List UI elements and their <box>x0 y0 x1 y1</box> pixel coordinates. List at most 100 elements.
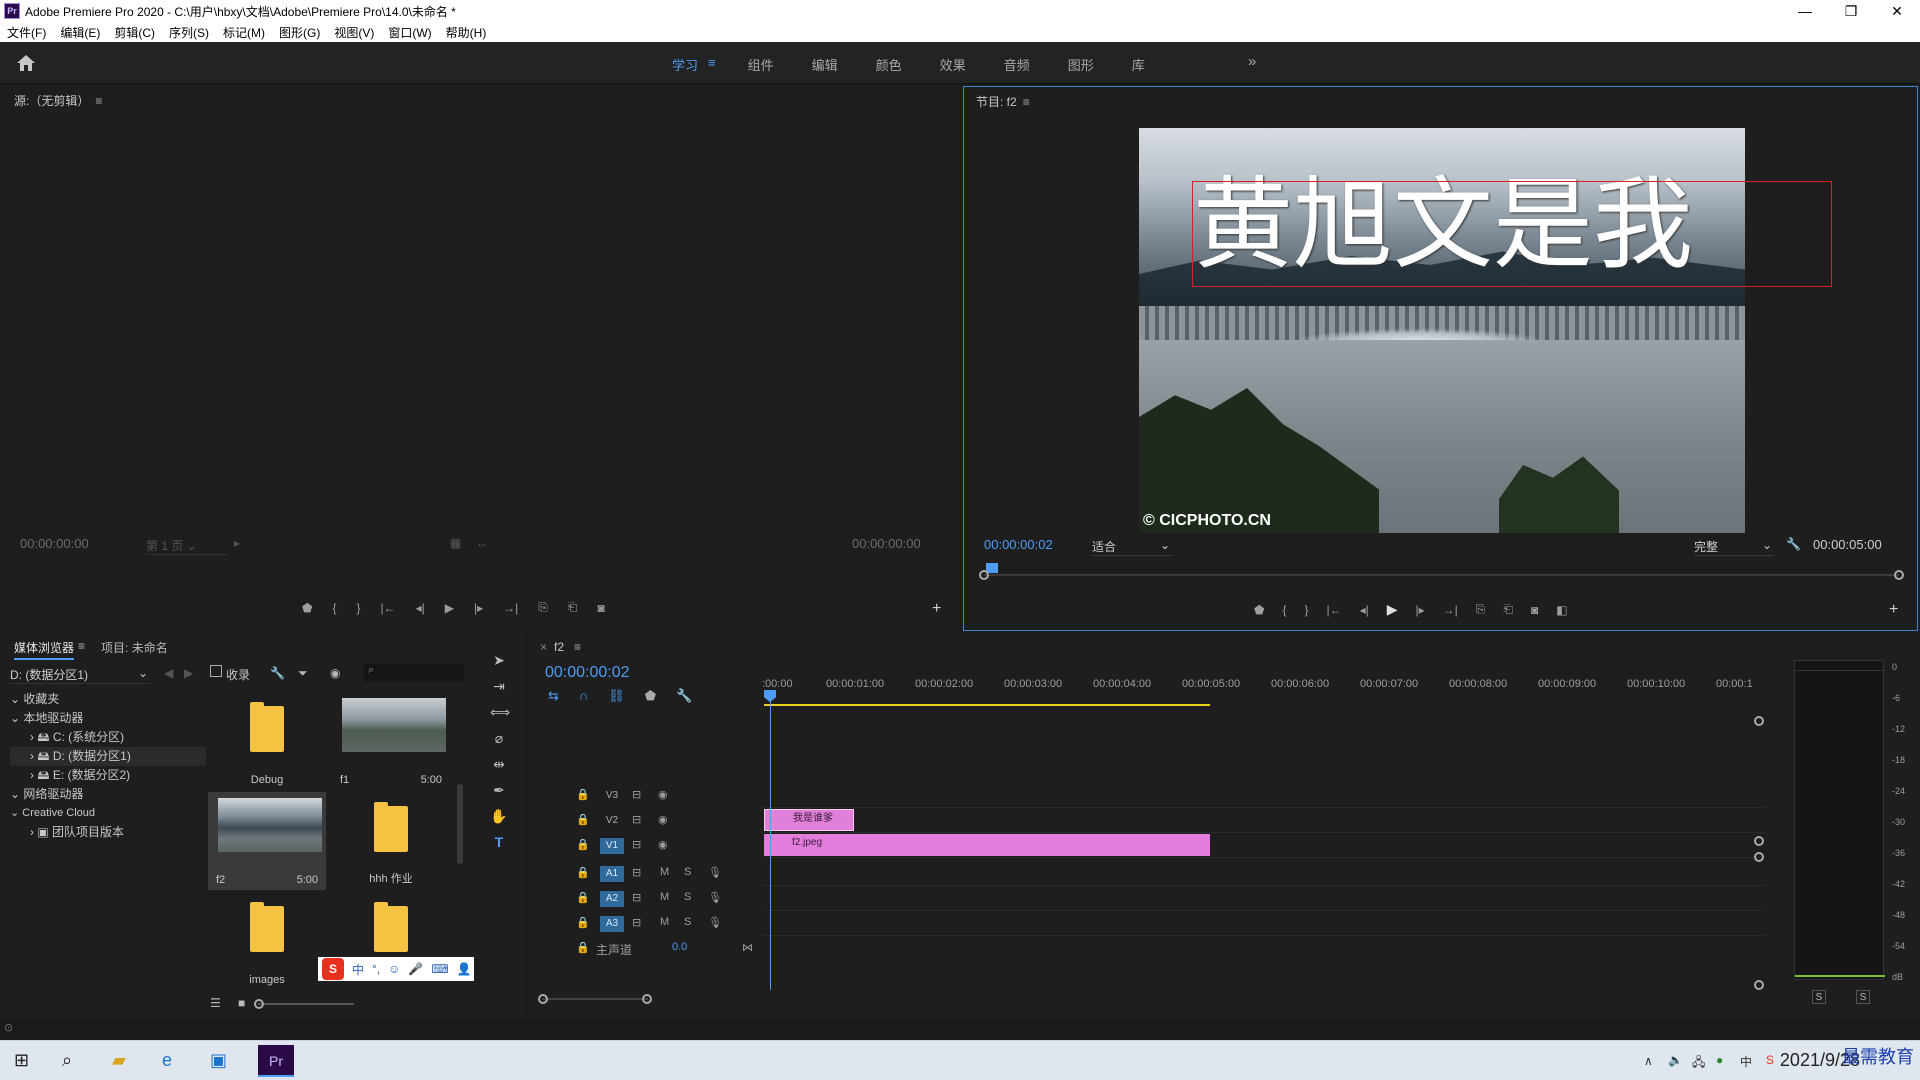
icon-view-icon[interactable]: ■ <box>238 996 245 1010</box>
ripple-edit-tool-icon[interactable]: ⟺ <box>490 704 510 722</box>
page-next-icon[interactable]: ▸ <box>234 536 240 550</box>
go-to-out-icon[interactable]: →| <box>1443 603 1458 617</box>
playhead-handle[interactable] <box>764 690 776 702</box>
menu-sequence[interactable]: 序列(S) <box>169 24 209 41</box>
timeline-settings-wrench-icon[interactable]: 🔧 <box>676 688 692 704</box>
solo-right-button[interactable]: S <box>1856 990 1870 1004</box>
solo-button[interactable]: S <box>684 891 691 903</box>
tray-app-icon[interactable]: ● <box>1716 1053 1723 1067</box>
network-icon[interactable]: 🖧 <box>1692 1053 1705 1074</box>
media-item-f2[interactable]: f2 5:00 <box>208 792 326 890</box>
filter-icon[interactable]: ⏷ <box>298 666 308 681</box>
hand-tool-icon[interactable]: ✋ <box>490 808 508 826</box>
tray-ime-icon[interactable]: 中 <box>1740 1053 1752 1070</box>
clip-video[interactable]: f2.jpeg <box>764 834 1210 856</box>
view-eye-icon[interactable]: ◉ <box>330 666 340 680</box>
add-marker-icon[interactable]: ⬟ <box>645 688 656 704</box>
step-forward-icon[interactable]: |▸ <box>474 601 483 615</box>
workspace-menu-icon[interactable]: ≡ <box>708 55 716 74</box>
thumbnail-zoom-slider[interactable] <box>254 999 354 1009</box>
nest-sequence-icon[interactable]: ⇆ <box>548 688 559 704</box>
drag-handle-icon[interactable]: ↔ <box>476 536 488 550</box>
file-explorer-icon[interactable]: ▰ <box>112 1050 126 1071</box>
track-label[interactable]: V2 <box>600 813 624 829</box>
zoom-handle-left[interactable] <box>538 994 548 1004</box>
sync-lock-icon[interactable]: ⊟ <box>632 916 641 929</box>
mark-in-icon[interactable]: { <box>332 601 336 615</box>
home-icon[interactable] <box>16 54 36 72</box>
edge-browser-icon[interactable]: e <box>162 1050 172 1071</box>
selection-tool-icon[interactable]: ➤ <box>490 652 508 670</box>
tree-item-local-drives[interactable]: ⌄ 本地驱动器 <box>10 709 206 728</box>
extract-icon[interactable]: ⎗ <box>1503 602 1513 617</box>
type-tool-icon[interactable]: T <box>490 834 508 852</box>
lock-icon[interactable]: 🔒 <box>576 891 590 904</box>
solo-button[interactable]: S <box>684 916 691 928</box>
menu-view[interactable]: 视图(V) <box>334 24 374 41</box>
razor-tool-icon[interactable]: ⌀ <box>490 730 508 748</box>
pen-tool-icon[interactable]: ✒ <box>490 782 508 800</box>
ime-emoji-icon[interactable]: ☺ <box>388 962 400 976</box>
timeline-playhead[interactable] <box>770 690 771 990</box>
vertical-zoom-handle-bottom[interactable] <box>1754 836 1764 846</box>
list-view-icon[interactable]: ☰ <box>210 996 221 1010</box>
menu-graphics[interactable]: 图形(G) <box>279 24 320 41</box>
sequence-tab[interactable]: f2 <box>554 640 564 654</box>
menu-help[interactable]: 帮助(H) <box>446 24 487 41</box>
quality-select[interactable]: 完整 ⌄ <box>1694 538 1774 556</box>
sync-lock-icon[interactable]: ⊟ <box>632 838 641 851</box>
media-item-debug[interactable]: Debug <box>208 692 326 790</box>
add-marker-icon[interactable]: ⬟ <box>1254 603 1264 617</box>
menu-clip[interactable]: 剪辑(C) <box>114 24 155 41</box>
clip-title[interactable]: 我是谁爹 <box>764 809 854 831</box>
track-label[interactable]: A3 <box>600 916 624 932</box>
tree-item-drive-c[interactable]: › 🖴 C: (系统分区) <box>10 728 206 747</box>
program-timecode-current[interactable]: 00:00:00:02 <box>984 537 1053 552</box>
media-search-input[interactable]: ⌕ <box>364 664 464 682</box>
fit-select[interactable]: 适合 ⌄ <box>1092 538 1172 556</box>
tree-item-favorites[interactable]: ⌄ 收藏夹 <box>10 690 206 709</box>
go-to-in-icon[interactable]: |← <box>1326 603 1341 617</box>
settings-wrench-icon[interactable]: 🔧 <box>1786 537 1801 551</box>
ime-punctuation-icon[interactable]: °, <box>372 962 380 976</box>
minimize-button[interactable]: — <box>1782 0 1828 22</box>
tree-item-drive-d[interactable]: › 🖴 D: (数据分区1) <box>10 747 206 766</box>
back-arrow-icon[interactable]: ◀ <box>164 666 173 680</box>
restore-button[interactable]: ❐ <box>1828 0 1874 22</box>
sync-lock-icon[interactable]: ⊟ <box>632 788 641 801</box>
media-item-images[interactable]: images <box>208 892 326 990</box>
overwrite-icon[interactable]: ⎗ <box>568 600 578 615</box>
mark-in-icon[interactable]: { <box>1282 603 1286 617</box>
close-button[interactable]: ✕ <box>1874 0 1920 22</box>
lock-icon[interactable]: 🔒 <box>576 788 590 801</box>
insert-icon[interactable]: ⎘ <box>538 600 548 615</box>
track-select-tool-icon[interactable]: ⇥ <box>490 678 508 696</box>
workspace-tab-assembly[interactable]: 组件 <box>748 55 774 74</box>
go-to-in-icon[interactable]: |← <box>380 601 395 615</box>
tray-chevron-icon[interactable]: ∧ <box>1644 1054 1653 1068</box>
workspace-tab-libraries[interactable]: 库 <box>1132 55 1145 74</box>
linked-selection-icon[interactable]: ⛓ <box>608 688 625 704</box>
tab-media-browser[interactable]: 媒体浏览器 <box>14 639 75 660</box>
premiere-taskbar-icon[interactable]: Pr <box>258 1045 294 1077</box>
sync-lock-icon[interactable]: ⊟ <box>632 866 641 879</box>
step-back-icon[interactable]: ◂| <box>1360 603 1369 617</box>
track-label[interactable]: A1 <box>600 866 624 882</box>
ime-chinese-mode[interactable]: 中 <box>352 961 364 978</box>
more-workspaces-icon[interactable]: » <box>1248 53 1256 70</box>
microphone-icon[interactable]: 🎙 <box>708 916 722 929</box>
solo-left-button[interactable]: S <box>1812 990 1826 1004</box>
source-timecode-current[interactable]: 00:00:00:00 <box>20 536 89 551</box>
tree-item-drive-e[interactable]: › 🖴 E: (数据分区2) <box>10 766 206 785</box>
workspace-tab-effects[interactable]: 效果 <box>940 55 966 74</box>
sync-lock-icon[interactable]: ⊟ <box>632 891 641 904</box>
sogou-logo-icon[interactable]: S <box>322 958 344 980</box>
snap-magnet-icon[interactable]: ∩ <box>579 688 588 704</box>
work-area-bar[interactable] <box>764 704 1210 706</box>
source-monitor-header[interactable]: 源:（无剪辑） ≡ <box>14 92 102 109</box>
eye-icon[interactable]: ◉ <box>658 838 668 851</box>
export-frame-icon[interactable]: ◙ <box>597 601 604 615</box>
time-ruler[interactable]: :00:00 00:00:01:00 00:00:02:00 00:00:03:… <box>762 678 1764 698</box>
drive-select[interactable]: D: (数据分区1) ⌄ <box>10 666 150 684</box>
media-item-hhh[interactable]: hhh 作业 <box>332 792 450 890</box>
